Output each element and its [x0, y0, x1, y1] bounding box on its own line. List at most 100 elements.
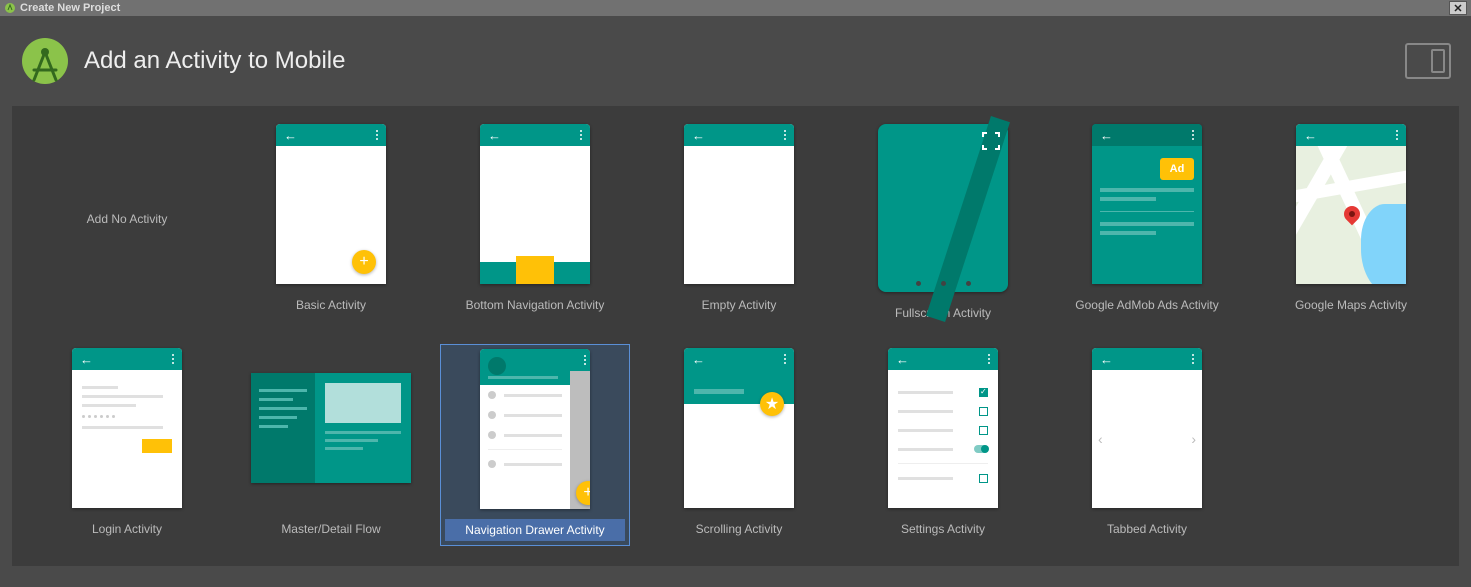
template-fullscreen-activity[interactable]: Fullscreen Activity — [848, 120, 1038, 328]
drawer-header — [480, 349, 570, 385]
drawer-item — [480, 425, 570, 445]
back-arrow-icon: ← — [896, 352, 909, 367]
checkbox-icon — [979, 426, 988, 435]
drawer-item — [480, 405, 570, 425]
chevron-right-icon: › — [1191, 431, 1196, 447]
checkbox-icon — [979, 407, 988, 416]
template-label: Master/Detail Flow — [240, 518, 422, 540]
back-arrow-icon: ← — [488, 128, 501, 143]
mobile-device-icon — [1405, 43, 1451, 79]
text-line — [1100, 231, 1156, 235]
overflow-menu-icon — [584, 355, 586, 365]
text-line — [82, 395, 163, 398]
phone-preview: + — [480, 349, 590, 509]
phone-preview: ← ‹ › — [1092, 348, 1202, 508]
template-label: Google AdMob Ads Activity — [1056, 294, 1238, 316]
template-settings-activity[interactable]: ← Settings Activity — [848, 344, 1038, 546]
phone-shape-icon — [1431, 49, 1445, 73]
overflow-menu-icon — [1192, 354, 1194, 364]
back-arrow-icon: ← — [692, 352, 705, 367]
list-line — [259, 407, 307, 410]
template-add-no-activity[interactable]: Add No Activity — [32, 120, 222, 328]
title-bar: Create New Project ✕ — [0, 0, 1471, 16]
phone-preview: ← — [72, 348, 182, 508]
appbar: ← — [1092, 348, 1202, 370]
phone-preview: ← — [684, 124, 794, 284]
window-title: Create New Project — [20, 2, 120, 14]
login-button-preview — [142, 439, 172, 453]
overflow-menu-icon — [580, 130, 582, 140]
template-empty-activity[interactable]: ← Empty Activity — [644, 120, 834, 328]
title-line — [694, 389, 744, 394]
divider — [898, 463, 988, 464]
detail-image — [325, 383, 401, 423]
bottom-nav-selected — [516, 256, 553, 284]
toggle-icon — [974, 445, 988, 453]
text-line — [325, 431, 401, 434]
appbar: ← — [480, 124, 590, 146]
template-bottom-navigation[interactable]: ← Bottom Navigation Activity — [440, 120, 630, 328]
nav-dots — [878, 281, 1008, 286]
template-scrolling-activity[interactable]: ← ★ Scrolling Activity — [644, 344, 834, 546]
no-activity-placeholder: Add No Activity — [87, 124, 168, 314]
template-tabbed-activity[interactable]: ← ‹ › Tabbed Activity — [1052, 344, 1242, 546]
phone-preview: ← Ad — [1092, 124, 1202, 284]
divider — [1100, 211, 1194, 212]
back-arrow-icon: ← — [1100, 352, 1113, 367]
back-arrow-icon: ← — [692, 128, 705, 143]
text-line — [1100, 197, 1156, 201]
map-water — [1361, 204, 1406, 284]
fab-icon: + — [576, 481, 590, 505]
text-line — [82, 386, 118, 389]
text-line — [325, 439, 378, 442]
wizard-header: Add an Activity to Mobile — [0, 16, 1471, 106]
template-label: Empty Activity — [648, 294, 830, 316]
appbar — [570, 349, 590, 371]
ad-content: Ad — [1092, 146, 1202, 246]
template-grid: Add No Activity ← + Basic Activity ← — [32, 120, 1439, 546]
android-studio-logo-icon — [20, 36, 70, 86]
tablet-preview — [251, 373, 411, 483]
phone-preview: ← — [1296, 124, 1406, 284]
list-line — [259, 425, 288, 428]
fullscreen-icon — [982, 132, 1000, 150]
template-google-maps-activity[interactable]: ← Google Maps Activity — [1256, 120, 1446, 328]
template-label: Add No Activity — [87, 212, 168, 226]
phone-preview — [878, 124, 1008, 292]
list-line — [259, 398, 293, 401]
close-button[interactable]: ✕ — [1449, 1, 1467, 15]
title-bar-left: Create New Project — [4, 2, 120, 14]
detail-pane — [315, 373, 411, 483]
template-navigation-drawer-activity[interactable]: + Navigation Drawer Activity — [440, 344, 630, 546]
list-line — [259, 416, 297, 419]
template-admob-activity[interactable]: ← Ad Google AdMob Ads Activity — [1052, 120, 1242, 328]
back-arrow-icon: ← — [284, 128, 297, 143]
overflow-menu-icon — [172, 354, 174, 364]
back-arrow-icon: ← — [1304, 128, 1317, 143]
chevron-left-icon: ‹ — [1098, 431, 1103, 447]
appbar: ← — [72, 348, 182, 370]
swipe-arrows: ‹ › — [1092, 431, 1202, 447]
overflow-menu-icon — [988, 354, 990, 364]
overflow-menu-icon — [376, 130, 378, 140]
template-label: Login Activity — [36, 518, 218, 540]
phone-preview: ← — [480, 124, 590, 284]
appbar: ← — [888, 348, 998, 370]
phone-preview: ← + — [276, 124, 386, 284]
overflow-menu-icon — [784, 354, 786, 364]
back-arrow-icon: ← — [80, 352, 93, 367]
template-label: Navigation Drawer Activity — [445, 519, 625, 541]
login-body — [72, 370, 182, 463]
template-label: Scrolling Activity — [648, 518, 830, 540]
template-label: Basic Activity — [240, 294, 422, 316]
collapsing-header: ★ — [684, 370, 794, 404]
overflow-menu-icon — [1396, 130, 1398, 140]
template-label: Bottom Navigation Activity — [444, 294, 626, 316]
content-shade: + — [570, 349, 590, 509]
template-login-activity[interactable]: ← Login Activity — [32, 344, 222, 546]
text-line — [488, 376, 558, 379]
template-master-detail-flow[interactable]: Master/Detail Flow — [236, 344, 426, 546]
map-preview — [1296, 146, 1406, 284]
template-basic-activity[interactable]: ← + Basic Activity — [236, 120, 426, 328]
fab-icon: + — [352, 250, 376, 274]
